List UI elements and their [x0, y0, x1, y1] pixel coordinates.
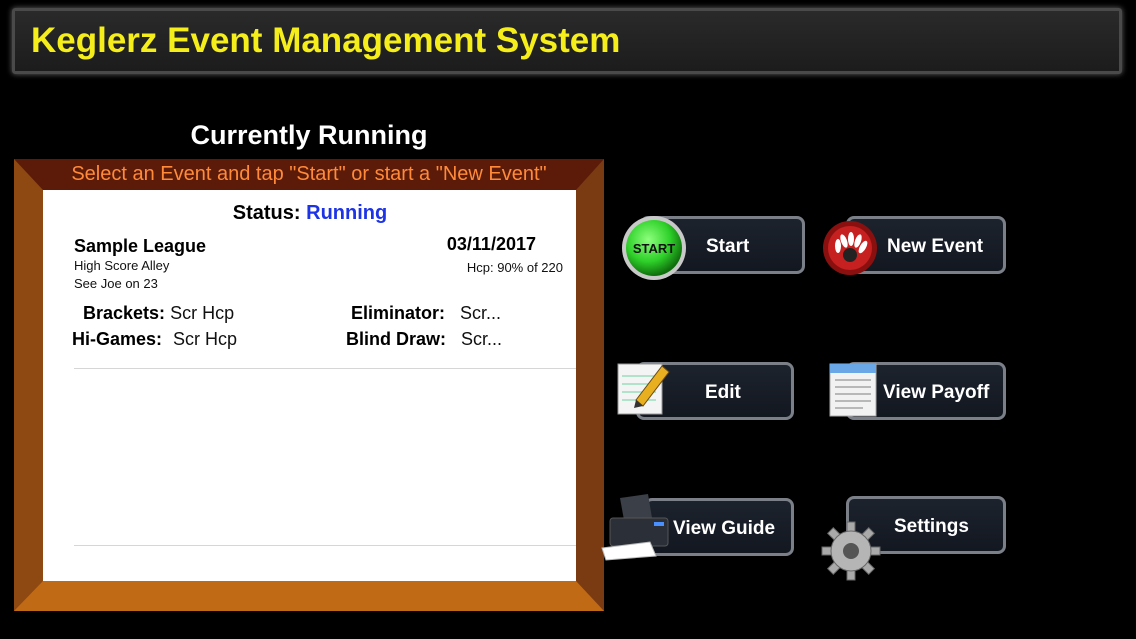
instruction-text: Select an Event and tap "Start" or start… [71, 163, 547, 185]
event-note: See Joe on 23 [74, 276, 158, 291]
higames-row: Hi-Games: Scr Hcp [72, 329, 237, 350]
start-button-label: Start [706, 236, 750, 257]
eliminator-label: Eliminator: [351, 303, 446, 323]
event-card[interactable]: Status: Running Sample League High Score… [44, 190, 576, 580]
event-location: High Score Alley [74, 258, 170, 273]
eliminator-row: Eliminator: Scr... [351, 303, 501, 324]
blinddraw-label: Blind Draw: [346, 329, 447, 349]
app-title: Keglerz Event Management System [31, 21, 621, 60]
edit-button-label: Edit [705, 382, 741, 403]
view-payoff-button-label: View Payoff [883, 382, 990, 403]
eliminator-value: Scr... [460, 303, 502, 323]
event-hcp: Hcp: 90% of 220 [466, 260, 563, 275]
divider [74, 545, 576, 546]
new-event-button-label: New Event [887, 236, 984, 257]
gear-icon[interactable] [820, 520, 882, 582]
blinddraw-row: Blind Draw: Scr... [346, 329, 502, 350]
status-value: Running [306, 202, 388, 224]
settings-button-label: Settings [894, 516, 969, 537]
event-name: Sample League [74, 236, 207, 256]
divider [74, 368, 576, 369]
view-guide-button-label: View Guide [673, 518, 776, 539]
printer-icon[interactable] [600, 490, 672, 562]
status-line: Status: Running [44, 202, 576, 225]
bowling-pins-icon[interactable] [821, 219, 879, 277]
document-icon[interactable] [828, 362, 880, 418]
start-ball-icon[interactable]: START [620, 214, 688, 282]
section-heading: Currently Running [190, 120, 428, 150]
brackets-value: Scr Hcp [170, 303, 235, 323]
title-bar: Keglerz Event Management System [12, 8, 1122, 74]
higames-value: Scr Hcp [173, 329, 238, 349]
brackets-row: Brackets: Scr Hcp [83, 303, 234, 324]
start-icon-text: START [633, 241, 675, 256]
higames-label: Hi-Games: [72, 329, 163, 349]
status-label: Status: [232, 202, 301, 224]
brackets-label: Brackets: [83, 303, 166, 323]
blinddraw-value: Scr... [461, 329, 503, 349]
event-date: 03/11/2017 [446, 234, 536, 254]
pencil-notepad-icon[interactable] [616, 360, 672, 416]
